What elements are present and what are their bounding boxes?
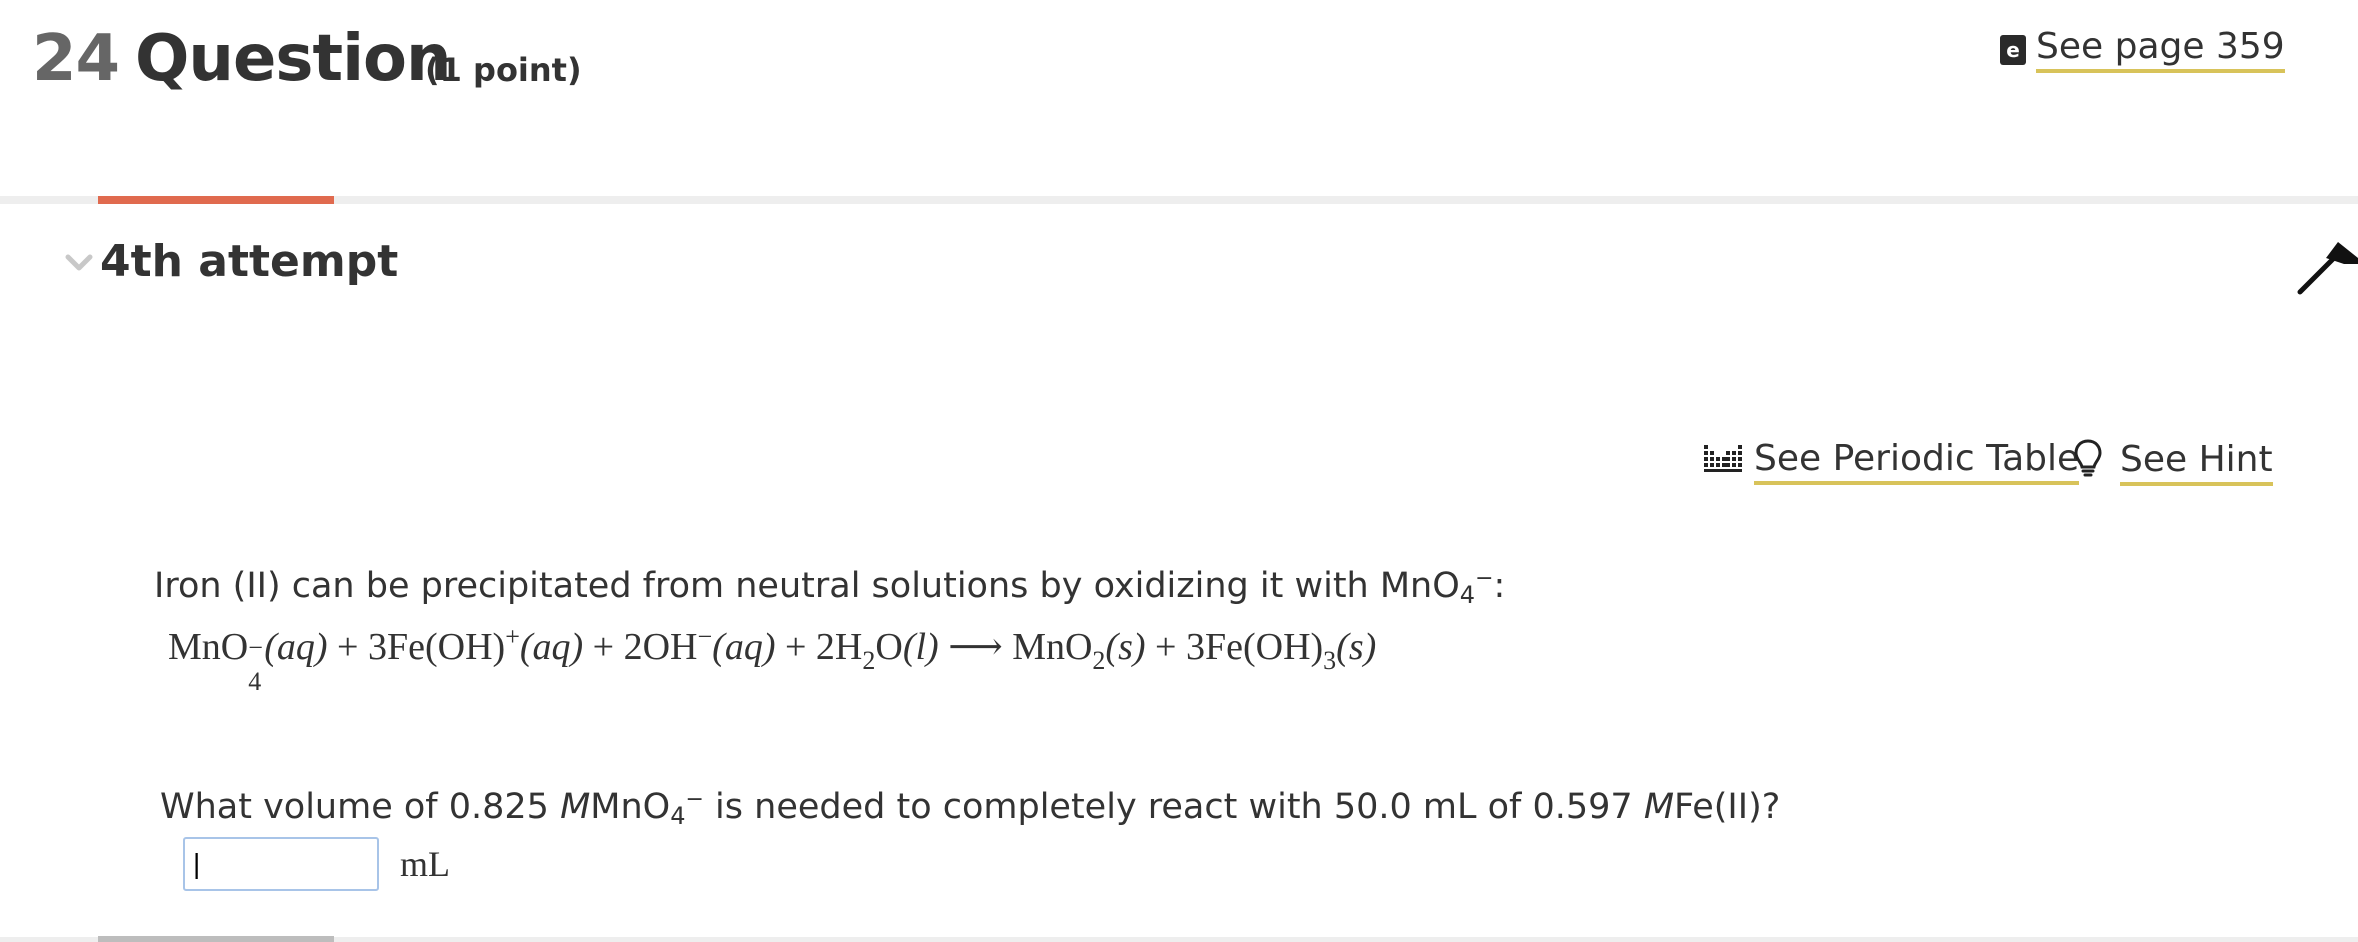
ebook-icon: e bbox=[2000, 34, 2026, 65]
attempt-label: 4th attempt bbox=[100, 236, 399, 287]
chemical-equation: MnO −4 (aq) + 3Fe(OH)+(aq) + 2OH−(aq) + 2H… bbox=[168, 622, 1377, 696]
attempt-toggle[interactable]: 4th attempt bbox=[64, 236, 398, 287]
periodic-table-label: See Periodic Table bbox=[1754, 438, 2080, 485]
see-page-label: See page 359 bbox=[2036, 26, 2285, 73]
periodic-table-icon bbox=[1704, 441, 1742, 482]
bottom-divider bbox=[0, 937, 2358, 942]
answer-unit: mL bbox=[400, 844, 450, 884]
question-intro: Iron (II) can be precipitated from neutr… bbox=[154, 566, 1506, 609]
see-periodic-table-link[interactable]: See Periodic Table bbox=[1704, 438, 2080, 485]
hint-label: See Hint bbox=[2120, 439, 2273, 486]
bottom-tab-indicator bbox=[98, 936, 334, 942]
question-number: 24 bbox=[32, 22, 120, 96]
question-prompt: What volume of 0.825 MMnO4− is needed to… bbox=[160, 787, 1781, 830]
tab-divider bbox=[0, 196, 2358, 204]
lightbulb-icon bbox=[2074, 438, 2102, 487]
chevron-down-icon bbox=[64, 247, 94, 277]
answer-input[interactable] bbox=[183, 837, 379, 891]
see-hint-link[interactable]: See Hint bbox=[2074, 438, 2273, 487]
question-title: Question bbox=[135, 22, 452, 96]
see-page-link[interactable]: e See page 359 bbox=[2000, 26, 2285, 73]
question-points: (1 point) bbox=[425, 51, 582, 89]
active-tab-indicator bbox=[98, 196, 334, 204]
collapse-arrow-icon[interactable] bbox=[2296, 238, 2358, 296]
